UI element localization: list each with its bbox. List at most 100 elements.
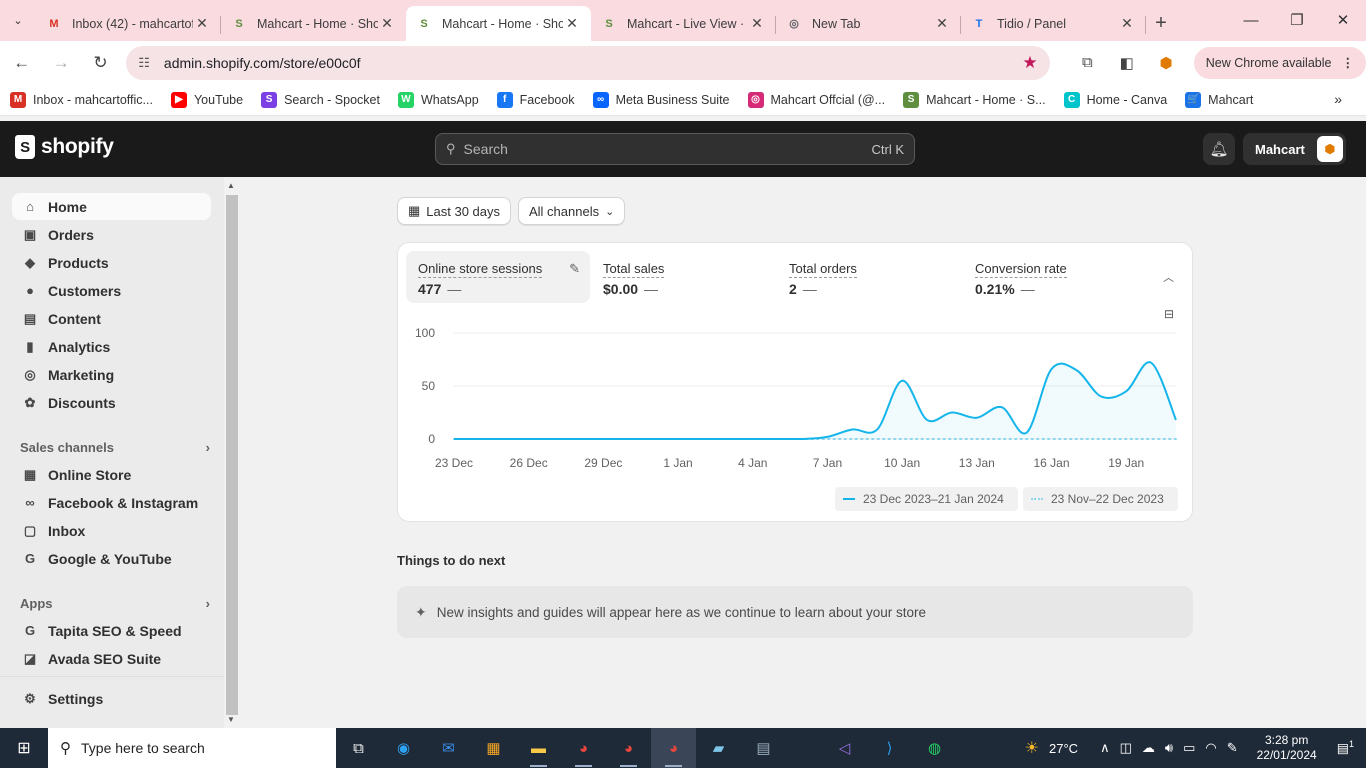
onedrive-icon[interactable]: ☁	[1137, 740, 1160, 756]
bookmark-item[interactable]: 🛒 Mahcart	[1185, 91, 1253, 108]
battery-icon[interactable]: ▭	[1178, 740, 1200, 756]
sidebar-item-facebook-instagram[interactable]: ∞ Facebook & Instagram	[12, 489, 211, 516]
browser-tab[interactable]: ◎ New Tab ✕	[776, 6, 961, 41]
sidebar-item-customers[interactable]: ● Customers	[12, 277, 211, 304]
edge-icon[interactable]: ◉	[381, 728, 426, 768]
wifi-icon[interactable]: ◠	[1200, 740, 1221, 756]
sidebar-item-content[interactable]: ▤ Content	[12, 305, 211, 332]
vscode-icon[interactable]: ⟩	[867, 728, 912, 768]
chevron-down-icon: ⌄	[605, 205, 615, 218]
sidebar-item-products[interactable]: ◆ Products	[12, 249, 211, 276]
profile-icon[interactable]: ⬢	[1146, 45, 1185, 81]
sidebar-scrollbar[interactable]: ▲ ▼	[224, 177, 240, 728]
bookmark-item[interactable]: S Search - Spocket	[261, 91, 380, 108]
sidebar-item-marketing[interactable]: ◎ Marketing	[12, 361, 211, 388]
taskbar-search-input[interactable]: ⚲ Type here to search	[48, 728, 336, 768]
task-view-icon[interactable]: ⧉	[336, 728, 381, 768]
side-panel-icon[interactable]: ◧	[1107, 45, 1146, 81]
tab-close-icon[interactable]: ✕	[1118, 15, 1136, 32]
reload-icon[interactable]: ↻	[83, 45, 118, 81]
notifications-bell-icon[interactable]: 🔔︎	[1203, 133, 1235, 165]
weather-sun-icon[interactable]: ☀	[1020, 738, 1044, 758]
tab-close-icon[interactable]: ✕	[563, 15, 581, 32]
windows-start-icon[interactable]: ⊞	[0, 728, 48, 768]
notepad-icon[interactable]: ▰	[696, 728, 741, 768]
tab-close-icon[interactable]: ✕	[933, 15, 951, 32]
x-tick-label: 13 Jan	[959, 456, 995, 470]
scroll-down-icon[interactable]: ▼	[227, 715, 235, 724]
browser-tab[interactable]: S Mahcart - Home · Shopify✕	[406, 6, 591, 41]
forward-icon[interactable]: →	[43, 45, 78, 81]
bookmark-item[interactable]: ◎ Mahcart Offcial (@...	[747, 91, 885, 108]
sidebar-item-inbox[interactable]: ▢ Inbox	[12, 517, 211, 544]
meet-icon[interactable]: ◫	[1115, 740, 1137, 756]
bookmark-item[interactable]: M Inbox - mahcartoffic...	[10, 91, 153, 108]
legend-item[interactable]: 23 Dec 2023–21 Jan 2024	[835, 487, 1018, 511]
tab-close-icon[interactable]: ✕	[378, 15, 396, 32]
url-text[interactable]: admin.shopify.com/store/e00c0f	[164, 55, 1022, 71]
sidebar-item-discounts[interactable]: ✿ Discounts	[12, 389, 211, 416]
sidebar-item-analytics[interactable]: ▮ Analytics	[12, 333, 211, 360]
omnibox[interactable]: ☷ admin.shopify.com/store/e00c0f ★	[126, 45, 1050, 80]
tray-chevron-icon[interactable]: ∧	[1095, 740, 1115, 756]
admin-search-input[interactable]: ⚲ Search Ctrl K	[435, 133, 915, 165]
bookmark-item[interactable]: f Facebook	[496, 91, 575, 108]
close-window-icon[interactable]: ✕	[1320, 0, 1366, 40]
date-range-button[interactable]: ▦ Last 30 days	[397, 197, 512, 225]
apps-heading[interactable]: Apps ›	[20, 596, 210, 611]
bookmarks-overflow-icon[interactable]: »	[1334, 91, 1342, 107]
bookmark-item[interactable]: S Mahcart - Home · S...	[903, 91, 1046, 108]
browser-tab[interactable]: S Mahcart - Live View · Shopify✕	[591, 6, 776, 41]
sidebar-item-label: Marketing	[48, 366, 115, 383]
bookmark-item[interactable]: C Home - Canva	[1063, 91, 1167, 108]
store-icon[interactable]: ▦	[471, 728, 516, 768]
sales-channels-heading[interactable]: Sales channels ›	[20, 440, 210, 455]
minimize-icon[interactable]: —	[1228, 0, 1274, 40]
chrome-active-icon[interactable]: ◕	[651, 728, 696, 768]
file-explorer-icon[interactable]: ▬	[516, 728, 561, 768]
chrome-profile-icon[interactable]: ◕	[606, 728, 651, 768]
store-menu-button[interactable]: Mahcart ⬢	[1243, 133, 1346, 165]
sidebar-item-home[interactable]: ⌂ Home	[12, 193, 211, 220]
sidebar-item-google-youtube[interactable]: G Google & YouTube	[12, 545, 211, 572]
scrollbar-thumb[interactable]	[226, 195, 238, 715]
scroll-up-icon[interactable]: ▲	[227, 181, 235, 190]
legend-item[interactable]: 23 Nov–22 Dec 2023	[1023, 487, 1178, 511]
clock[interactable]: 3:28 pm 22/01/2024	[1243, 733, 1331, 763]
mail-icon[interactable]: ✉	[426, 728, 471, 768]
sidebar-item-settings[interactable]: ⚙ Settings	[12, 685, 211, 712]
bookmark-star-icon[interactable]: ★	[1022, 53, 1037, 73]
new-tab-button[interactable]: +	[1146, 6, 1176, 41]
sidebar-item-orders[interactable]: ▣ Orders	[12, 221, 211, 248]
todo-message: New insights and guides will appear here…	[436, 604, 927, 620]
whatsapp-icon[interactable]: ◍	[912, 728, 957, 768]
weather-temp[interactable]: 27°C	[1044, 741, 1083, 756]
back-icon[interactable]: ←	[4, 45, 39, 81]
tab-search-chevron-icon[interactable]: ⌄	[0, 0, 36, 41]
analytics-icon: ▮	[26, 338, 34, 354]
extensions-icon[interactable]: ⧉	[1068, 45, 1107, 81]
bookmark-item[interactable]: W WhatsApp	[397, 91, 479, 108]
calculator-icon[interactable]: ▤	[741, 728, 786, 768]
bookmark-item[interactable]: ▶ YouTube	[170, 91, 243, 108]
channel-select[interactable]: All channels ⌄	[518, 197, 626, 225]
sidebar-item-avada-seo[interactable]: ◪ Avada SEO Suite	[12, 645, 211, 672]
sidebar-item-tapita-seo[interactable]: G Tapita SEO & Speed	[12, 617, 211, 644]
site-settings-icon[interactable]: ☷	[138, 55, 150, 71]
bookmark-item[interactable]: ∞ Meta Business Suite	[592, 91, 730, 108]
chrome-icon[interactable]: ◕	[561, 728, 606, 768]
visual-studio-icon[interactable]: ◁	[822, 728, 867, 768]
notification-center-icon[interactable]: ▤1	[1331, 739, 1366, 756]
pen-icon[interactable]: ✎	[1222, 740, 1243, 756]
volume-icon[interactable]: 🔊︎	[1160, 740, 1178, 756]
shopify-logo[interactable]: S shopify	[15, 135, 114, 159]
tab-close-icon[interactable]: ✕	[193, 15, 211, 32]
browser-tab[interactable]: S Mahcart - Home · Shopify✕	[221, 6, 406, 41]
tab-close-icon[interactable]: ✕	[748, 15, 766, 32]
browser-tab[interactable]: M Inbox (42) - mahcartof... ✕	[36, 6, 221, 41]
sidebar-item-online-store[interactable]: ▦ Online Store	[12, 461, 211, 488]
browser-tab[interactable]: T Tidio / Panel ✕	[961, 6, 1146, 41]
restore-icon[interactable]: ❐	[1274, 0, 1320, 40]
chrome-update-button[interactable]: New Chrome available ⋮	[1193, 46, 1366, 79]
tab-favicon-icon: S	[235, 17, 243, 30]
